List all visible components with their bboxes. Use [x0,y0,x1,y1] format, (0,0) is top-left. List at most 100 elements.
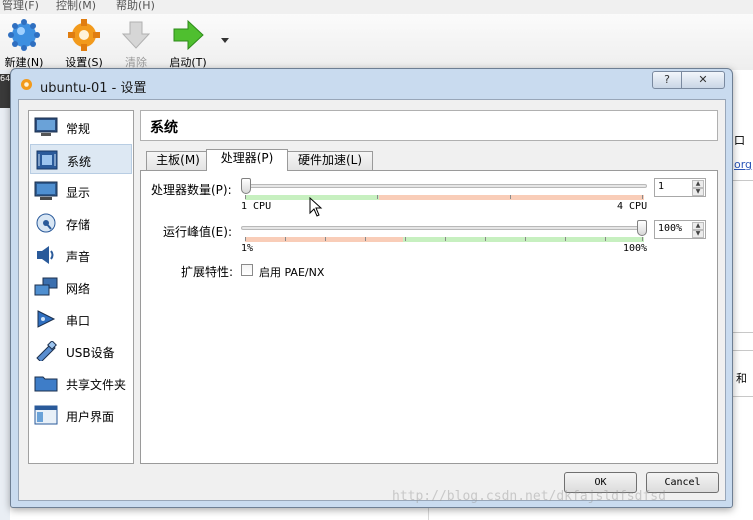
category-label: 存储 [66,218,91,232]
close-button[interactable]: ✕ [681,71,725,89]
cap-tick [485,237,486,241]
cpu-count-slider-thumb[interactable] [241,178,251,194]
category-label: USB设备 [66,346,115,360]
tab-acceleration[interactable]: 硬件加速(L) [287,151,373,170]
page-header: 系统 [140,110,718,141]
cpu-count-slider[interactable] [241,184,647,188]
execution-cap-slider-thumb[interactable] [637,220,647,236]
page-title: 系统 [150,120,178,136]
category-user-interface[interactable]: 用户界面 [30,400,132,430]
menu-bar: 管理(F) 控制(M) 帮助(H) [0,0,753,14]
serial-port-icon [37,310,56,328]
user-interface-icon [34,405,58,425]
cap-ok-zone [403,237,644,242]
watermark: http://blog.csdn.net/dkfajsldfsdfsd [392,489,666,504]
category-list: 常规 系统 显示 存储 声音 网络 串口 USB设备 共享文件夹 用户界面 [28,110,134,464]
new-button[interactable]: 新建(N) [0,18,54,70]
category-label: 网络 [66,282,91,296]
category-label: 共享文件夹 [66,378,127,392]
category-label: 系统 [67,155,92,169]
menu-manage[interactable]: 管理(F) [2,0,39,13]
details-text-2: 和 [736,372,747,385]
usb-icon [36,341,57,361]
toolbar: 新建(N) 设置(S) 清除 启动(T) [0,14,753,70]
cpu-count-spinbox[interactable]: 1 ▲ ▼ [654,178,706,197]
cap-low-zone [245,237,403,242]
dialog-body: 常规 系统 显示 存储 声音 网络 串口 USB设备 共享文件夹 用户界面 系统… [18,99,726,501]
mouse-cursor-icon [309,197,323,217]
cpu-tick [510,195,511,199]
display-monitor-icon [34,181,58,200]
cpu-max-label: 4 CPU [617,201,648,212]
cap-tick [525,237,526,241]
spin-up-icon[interactable]: ▲ [692,180,704,188]
menu-help[interactable]: 帮助(H) [116,0,155,13]
cap-tick [285,237,286,241]
cap-tick [245,237,246,241]
cap-min-label: 1% [241,243,254,254]
tab-processor[interactable]: 处理器(P) [206,149,288,171]
cap-tick [642,237,643,241]
cap-tick [325,237,326,241]
cap-tick [405,237,406,241]
cap-max-label: 100% [623,243,648,254]
category-display[interactable]: 显示 [30,176,132,206]
category-storage[interactable]: 存储 [30,208,132,238]
menu-control[interactable]: 控制(M) [56,0,96,13]
category-audio[interactable]: 声音 [30,240,132,270]
category-shared-folders[interactable]: 共享文件夹 [30,368,132,398]
discard-button[interactable]: 清除 [106,18,166,70]
start-arrow-icon [173,19,204,51]
extended-features-label: 扩展特性: [181,265,234,279]
category-usb[interactable]: USB设备 [30,336,132,366]
settings-dialog: ubuntu-01 - 设置 ? ✕ 常规 系统 显示 存储 声音 网络 串口 … [10,68,733,508]
category-label: 常规 [66,122,91,136]
cap-tick [565,237,566,241]
spin-up-icon[interactable]: ▲ [692,222,704,230]
category-network[interactable]: 网络 [30,272,132,302]
settings-gear-icon [21,79,32,90]
start-button[interactable]: 启动(T) [158,18,218,70]
details-link[interactable]: org [734,158,752,171]
dialog-titlebar[interactable]: ubuntu-01 - 设置 ? ✕ [11,69,732,99]
processor-panel: 处理器数量(P): 1 CPU 4 CPU 1 ▲ ▼ 运行峰值(E): 1% … [140,170,718,464]
system-chip-icon [36,150,58,170]
cpu-tick [377,195,378,199]
category-system[interactable]: 系统 [30,144,132,174]
storage-disk-icon [36,213,56,233]
cpu-tick [245,195,246,199]
category-label: 串口 [66,314,91,328]
dialog-title: ubuntu-01 - 设置 [40,81,147,96]
cap-tick [605,237,606,241]
execution-cap-value: 100% [658,223,683,234]
audio-speaker-icon [37,246,54,264]
spin-down-icon[interactable]: ▼ [692,188,704,196]
cpu-tick [642,195,643,199]
start-dropdown-icon[interactable] [221,38,229,44]
shared-folder-icon [34,376,58,392]
tab-motherboard[interactable]: 主板(M) [146,151,210,170]
settings-button[interactable]: 设置(S) [54,18,114,70]
category-label: 用户界面 [66,410,115,424]
vm-list-panel [0,70,10,520]
spin-down-icon[interactable]: ▼ [692,230,704,238]
help-button[interactable]: ? [652,71,682,89]
execution-cap-spinbox[interactable]: 100% ▲ ▼ [654,220,706,239]
network-icon [34,277,58,296]
pae-nx-checkbox[interactable] [241,264,253,276]
category-serial-port[interactable]: 串口 [30,304,132,334]
new-icon [8,19,40,51]
execution-cap-slider[interactable] [241,226,647,230]
execution-cap-label: 运行峰值(E): [163,225,232,239]
category-label: 显示 [66,186,91,200]
cpu-min-label: 1 CPU [241,201,272,212]
discard-arrow-icon [121,21,151,49]
details-text-1: 口 [734,134,745,147]
category-general[interactable]: 常规 [30,112,132,142]
cap-tick [445,237,446,241]
general-monitor-icon [34,117,58,136]
cap-tick [365,237,366,241]
cpu-overcommit-zone [379,195,644,200]
category-label: 声音 [66,250,91,264]
pae-nx-label[interactable]: 启用 PAE/NX [259,264,324,280]
